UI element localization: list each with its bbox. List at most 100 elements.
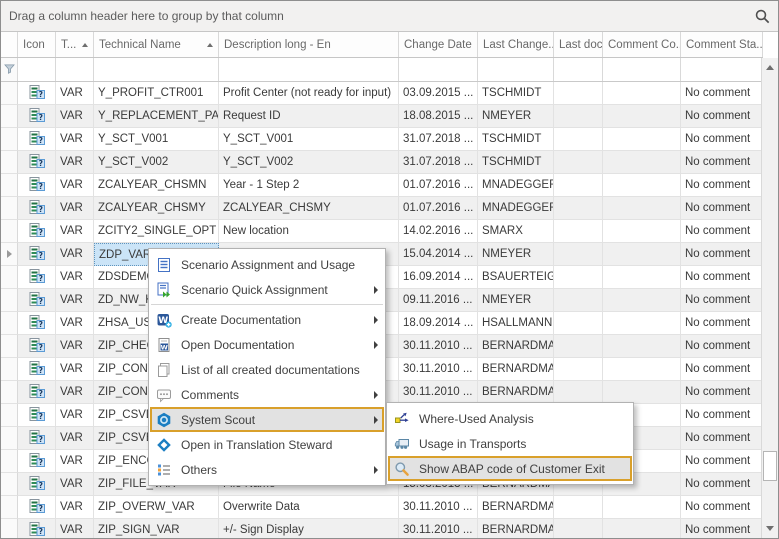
comment-status-cell[interactable]: No comment (681, 174, 763, 197)
row-icon-cell[interactable]: ? (18, 174, 56, 197)
filter-row-indicator[interactable] (1, 58, 18, 81)
row-icon-cell[interactable]: ? (18, 335, 56, 358)
type-cell[interactable]: VAR (56, 82, 94, 105)
change-date-cell[interactable]: 31.07.2018 ... (399, 151, 478, 174)
technical-name-cell[interactable]: Y_SCT_V002 (94, 151, 219, 174)
change-date-cell[interactable]: 09.11.2016 ... (399, 289, 478, 312)
comment-status-cell[interactable]: No comment (681, 82, 763, 105)
last-changed-cell[interactable]: SMARX (478, 220, 554, 243)
technical-name-cell[interactable]: ZCITY2_SINGLE_OPT (94, 220, 219, 243)
comment-status-cell[interactable]: No comment (681, 427, 763, 450)
change-date-cell[interactable]: 18.09.2014 ... (399, 312, 478, 335)
comment-status-cell[interactable]: No comment (681, 105, 763, 128)
type-cell[interactable]: VAR (56, 220, 94, 243)
menu-item-system-scout[interactable]: System Scout (150, 407, 384, 432)
change-date-cell[interactable]: 30.11.2010 ... (399, 358, 478, 381)
change-date-cell[interactable]: 14.02.2016 ... (399, 220, 478, 243)
technical-name-cell[interactable]: ZIP_OVERW_VAR (94, 496, 219, 519)
column-header-icon[interactable]: Icon (18, 32, 56, 57)
comment-status-cell[interactable]: No comment (681, 128, 763, 151)
description-cell[interactable]: Profit Center (not ready for input) (219, 82, 399, 105)
change-date-cell[interactable]: 16.09.2014 ... (399, 266, 478, 289)
last-changed-cell[interactable]: TSCHMIDT (478, 151, 554, 174)
column-header-comment_status[interactable]: Comment Sta... (681, 32, 763, 57)
comment-code-cell[interactable] (603, 128, 681, 151)
type-cell[interactable]: VAR (56, 381, 94, 404)
row-icon-cell[interactable]: ? (18, 266, 56, 289)
comment-code-cell[interactable] (603, 519, 681, 539)
description-cell[interactable]: +/- Sign Display (219, 519, 399, 539)
menu-item-create-documentation[interactable]: WCreate Documentation (150, 307, 384, 332)
comment-status-cell[interactable]: No comment (681, 151, 763, 174)
comment-code-cell[interactable] (603, 197, 681, 220)
comment-code-cell[interactable] (603, 381, 681, 404)
type-cell[interactable]: VAR (56, 151, 94, 174)
description-cell[interactable]: Request ID (219, 105, 399, 128)
last-changed-cell[interactable]: NMEYER (478, 243, 554, 266)
type-cell[interactable]: VAR (56, 197, 94, 220)
filter-cell-change_date[interactable] (399, 58, 478, 81)
menu-item-others[interactable]: Others (150, 457, 384, 482)
last-doc-cell[interactable] (554, 358, 603, 381)
column-header-name[interactable]: Technical Name (94, 32, 219, 57)
menu-item-usage-in-transports[interactable]: Usage in Transports (388, 431, 632, 456)
type-cell[interactable]: VAR (56, 105, 94, 128)
menu-item-scenario-quick-assignment[interactable]: Scenario Quick Assignment (150, 277, 384, 302)
last-changed-cell[interactable]: TSCHMIDT (478, 82, 554, 105)
comment-status-cell[interactable]: No comment (681, 519, 763, 539)
comment-code-cell[interactable] (603, 105, 681, 128)
scrollbar-thumb[interactable] (763, 451, 777, 481)
row-icon-cell[interactable]: ? (18, 289, 56, 312)
last-doc-cell[interactable] (554, 289, 603, 312)
row-icon-cell[interactable]: ? (18, 381, 56, 404)
column-header-type[interactable]: T... (56, 32, 94, 57)
type-cell[interactable]: VAR (56, 289, 94, 312)
last-doc-cell[interactable] (554, 220, 603, 243)
technical-name-cell[interactable]: ZCALYEAR_CHSMN (94, 174, 219, 197)
technical-name-cell[interactable]: ZCALYEAR_CHSMY (94, 197, 219, 220)
comment-status-cell[interactable]: No comment (681, 358, 763, 381)
comment-status-cell[interactable]: No comment (681, 266, 763, 289)
column-header-last_changed[interactable]: Last Change... (478, 32, 554, 57)
description-cell[interactable]: Y_SCT_V002 (219, 151, 399, 174)
menu-item-list-of-all-created-documentations[interactable]: List of all created documentations (150, 357, 384, 382)
last-doc-cell[interactable] (554, 243, 603, 266)
type-cell[interactable]: VAR (56, 519, 94, 539)
scroll-down-icon[interactable] (762, 520, 778, 537)
filter-cell-comment_status[interactable] (681, 58, 763, 81)
description-cell[interactable]: New location (219, 220, 399, 243)
change-date-cell[interactable]: 03.09.2015 ... (399, 82, 478, 105)
comment-status-cell[interactable]: No comment (681, 381, 763, 404)
comment-code-cell[interactable] (603, 496, 681, 519)
row-icon-cell[interactable]: ? (18, 427, 56, 450)
last-doc-cell[interactable] (554, 496, 603, 519)
type-cell[interactable]: VAR (56, 450, 94, 473)
row-icon-cell[interactable]: ? (18, 519, 56, 539)
change-date-cell[interactable]: 30.11.2010 ... (399, 335, 478, 358)
last-doc-cell[interactable] (554, 266, 603, 289)
menu-item-open-in-translation-steward[interactable]: Open in Translation Steward (150, 432, 384, 457)
type-cell[interactable]: VAR (56, 427, 94, 450)
comment-code-cell[interactable] (603, 266, 681, 289)
row-icon-cell[interactable]: ? (18, 243, 56, 266)
type-cell[interactable]: VAR (56, 174, 94, 197)
column-header-desc[interactable]: Description long - En (219, 32, 399, 57)
menu-item-comments[interactable]: Comments (150, 382, 384, 407)
row-icon-cell[interactable]: ? (18, 496, 56, 519)
filter-cell-desc[interactable] (219, 58, 399, 81)
comment-status-cell[interactable]: No comment (681, 473, 763, 496)
last-changed-cell[interactable]: BERNARDMA (478, 358, 554, 381)
technical-name-cell[interactable]: Y_PROFIT_CTR001 (94, 82, 219, 105)
comment-code-cell[interactable] (603, 312, 681, 335)
description-cell[interactable]: ZCALYEAR_CHSMY (219, 197, 399, 220)
description-cell[interactable]: Y_SCT_V001 (219, 128, 399, 151)
last-changed-cell[interactable]: BSAUERTEIG (478, 266, 554, 289)
last-changed-cell[interactable]: MNADEGGER (478, 174, 554, 197)
column-header-last_doc[interactable]: Last doc. (554, 32, 603, 57)
last-doc-cell[interactable] (554, 381, 603, 404)
comment-status-cell[interactable]: No comment (681, 197, 763, 220)
row-icon-cell[interactable]: ? (18, 82, 56, 105)
description-cell[interactable]: Year - 1 Step 2 (219, 174, 399, 197)
change-date-cell[interactable]: 15.04.2014 ... (399, 243, 478, 266)
description-cell[interactable]: Overwrite Data (219, 496, 399, 519)
